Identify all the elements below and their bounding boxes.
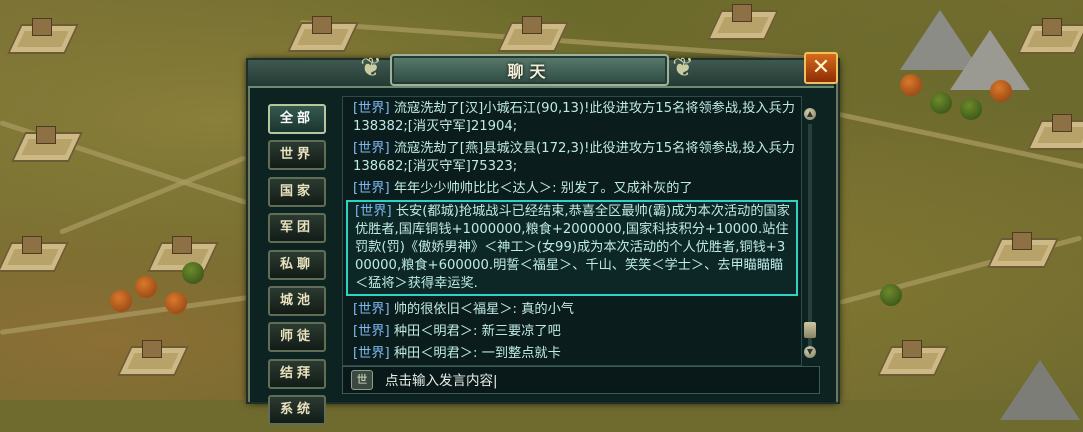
tab-private[interactable]: 私聊 [268,249,326,280]
channel-select-button[interactable]: 世 [351,370,373,390]
chat-message[interactable]: [世界] 流寇洗劫了[汉]小城石江(90,13)!此役进攻方15名将领参战,投入… [343,97,801,137]
scroll-down-icon[interactable]: ▼ [804,346,816,358]
tab-legion[interactable]: 军团 [268,213,326,244]
message-text: 种田＜明君＞: 新三要凉了吧 [393,324,561,339]
chat-window: ❦ 聊天 ❦ ✕ 全部 世界 国家 军团 私聊 城池 师徒 结拜 系统 [世界]… [248,52,838,426]
tab-city[interactable]: 城池 [268,285,326,316]
city-fort[interactable] [147,232,219,272]
title-bar[interactable]: ❦ 聊天 ❦ ✕ [248,52,838,88]
message-text: 长安(都城)抢城战斗已经结束,恭喜全区最帅(霸)成为本次活动的国家优胜者,国库铜… [355,204,790,291]
city-fort[interactable] [1027,110,1083,150]
tab-sworn[interactable]: 结拜 [268,358,326,389]
close-button[interactable]: ✕ [804,52,838,84]
tab-country[interactable]: 国家 [268,176,326,207]
message-scrollbar[interactable]: ▲ ▼ [804,108,816,362]
message-text: 流寇洗劫了[燕]县城汶县(172,3)!此役进攻方15名将领参战,投入兵力138… [353,141,795,174]
city-fort[interactable] [497,12,569,52]
chat-message-highlighted[interactable]: [世界] 长安(都城)抢城战斗已经结束,恭喜全区最帅(霸)成为本次活动的国家优胜… [346,200,798,296]
message-list[interactable]: [世界] 流寇洗劫了[汉]小城石江(90,13)!此役进攻方15名将领参战,投入… [342,96,802,366]
chat-message[interactable]: [世界] 种田＜明君＞: 新三要凉了吧 [343,320,801,342]
tab-mentor[interactable]: 师徒 [268,322,326,353]
message-text: 种田＜明君＞: 一到整点就卡 [393,346,561,361]
tab-all[interactable]: 全部 [268,104,326,134]
channel-tag[interactable]: [世界] [353,324,390,339]
city-fort[interactable] [877,336,949,376]
scroll-up-icon[interactable]: ▲ [804,108,816,120]
city-fort[interactable] [117,336,189,376]
left-ornament-icon: ❦ [360,53,382,83]
tab-world[interactable]: 世界 [268,140,326,171]
message-text: 帅的很依旧＜福星＞: 真的小气 [393,302,574,317]
scroll-track[interactable] [808,124,812,346]
chat-input-bar: 世 [342,366,820,394]
channel-tag[interactable]: [世界] [355,204,392,219]
city-fort[interactable] [7,14,79,54]
scroll-thumb[interactable] [804,322,816,338]
chat-message[interactable]: [世界] 流寇洗劫了[燕]县城汶县(172,3)!此役进攻方15名将领参战,投入… [343,137,801,177]
channel-tabs: 全部 世界 国家 军团 私聊 城池 师徒 结拜 系统 [268,104,328,432]
channel-tag[interactable]: [世界] [353,101,390,116]
city-fort[interactable] [287,12,359,52]
window-title: 聊天 [507,62,552,81]
city-fort[interactable] [707,0,779,40]
city-fort[interactable] [0,232,69,272]
chat-message[interactable]: [世界] 年年少少帅帅比比＜达人＞: 别发了。又成补灰的了 [343,177,801,199]
message-text: 年年少少帅帅比比＜达人＞: 别发了。又成补灰的了 [393,181,693,196]
channel-tag[interactable]: [世界] [353,181,390,196]
city-fort[interactable] [987,228,1059,268]
chat-message[interactable]: [世界] 帅的很依旧＜福星＞: 真的小气 [343,298,801,320]
city-fort[interactable] [11,122,83,162]
chat-input[interactable] [385,369,805,389]
chat-message[interactable]: [世界] 种田＜明君＞: 一到整点就卡 [343,342,801,364]
message-text: 流寇洗劫了[汉]小城石江(90,13)!此役进攻方15名将领参战,投入兵力138… [353,101,795,134]
title-plate: 聊天 [390,54,669,86]
channel-tag[interactable]: [世界] [353,141,390,156]
channel-tag[interactable]: [世界] [353,302,390,317]
channel-tag[interactable]: [世界] [353,346,390,361]
right-ornament-icon: ❦ [672,53,694,83]
